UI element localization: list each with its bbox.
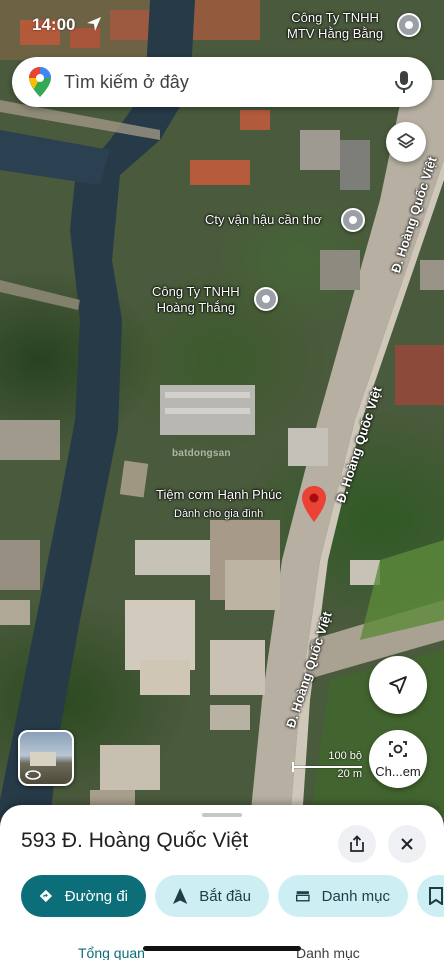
place-label[interactable]: Công Ty TNHH Hoàng Thắng	[152, 284, 240, 316]
maps-pin-logo-icon	[29, 67, 51, 97]
microphone-icon[interactable]	[394, 70, 414, 94]
camera-search-label: Ch...em	[375, 764, 421, 779]
tab-category[interactable]: Danh mục	[296, 945, 360, 960]
place-label[interactable]: Công Ty TNHH MTV Hằng Bằng	[287, 10, 383, 42]
save-button[interactable]	[417, 875, 444, 917]
watermark: batdongsan	[172, 448, 231, 459]
scale-metric: 20 m	[337, 768, 362, 780]
sheet-drag-handle[interactable]	[202, 813, 242, 817]
red-map-pin-icon[interactable]	[302, 486, 326, 522]
close-button[interactable]	[388, 825, 426, 863]
status-time: 14:00	[32, 15, 76, 34]
search-bar[interactable]: Tìm kiếm ở đây	[12, 57, 432, 107]
directions-label: Đường đi	[64, 887, 128, 905]
share-icon	[350, 835, 364, 852]
navigation-arrow-icon	[389, 676, 407, 694]
scale-imperial: 100 bộ	[328, 750, 362, 762]
locate-me-button[interactable]	[369, 656, 427, 714]
selected-place-subtitle: Dành cho gia đình	[174, 508, 264, 520]
home-indicator[interactable]	[143, 946, 301, 951]
category-button[interactable]: Danh mục	[278, 875, 408, 917]
place-pin-icon[interactable]	[397, 13, 421, 37]
rotate-360-icon	[25, 770, 41, 780]
tab-overview[interactable]: Tổng quan	[78, 945, 145, 960]
street-view-thumbnail[interactable]	[18, 730, 74, 786]
selected-place-label[interactable]: Tiệm cơm Hạnh Phúc	[156, 487, 282, 503]
category-label: Danh mục	[321, 887, 390, 905]
place-bottom-sheet[interactable]: 593 Đ. Hoàng Quốc Việt Đường đi Bắt đầu	[0, 805, 444, 960]
start-button[interactable]: Bắt đầu	[155, 875, 269, 917]
action-chips: Đường đi Bắt đầu Danh mục	[21, 875, 444, 917]
start-label: Bắt đầu	[199, 887, 251, 905]
close-icon	[401, 838, 413, 850]
directions-button[interactable]: Đường đi	[21, 875, 146, 917]
street-view-image	[30, 752, 56, 766]
place-address-title: 593 Đ. Hoàng Quốc Việt	[21, 829, 249, 852]
place-pin-icon[interactable]	[341, 208, 365, 232]
layers-button[interactable]	[386, 122, 426, 162]
place-pin-icon[interactable]	[254, 287, 278, 311]
list-icon	[296, 891, 310, 902]
camera-scan-icon	[389, 741, 407, 757]
camera-search-button[interactable]: Ch...em	[369, 730, 427, 788]
share-button[interactable]	[338, 825, 376, 863]
navigation-icon	[173, 887, 188, 905]
location-arrow-icon	[87, 17, 101, 31]
map-scale: 100 bộ 20 m	[292, 750, 370, 784]
place-label[interactable]: Cty vận hậu cần thơ	[205, 212, 322, 228]
layers-icon	[397, 133, 415, 149]
save-icon	[429, 887, 443, 905]
search-placeholder[interactable]: Tìm kiếm ở đây	[64, 72, 394, 93]
directions-icon	[39, 889, 53, 903]
